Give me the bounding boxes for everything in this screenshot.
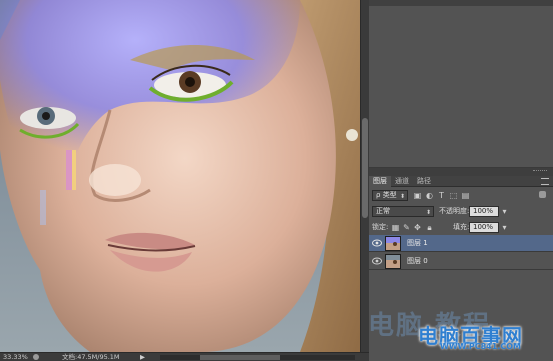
filter-shape-icon[interactable]: ⬚: [449, 191, 458, 200]
filter-pixel-icon[interactable]: ▣: [413, 191, 422, 200]
filter-toggle-icon[interactable]: [539, 191, 546, 198]
lock-position-icon[interactable]: ✥: [413, 223, 422, 232]
opacity-label: 不透明度:: [439, 207, 470, 215]
lock-transparent-icon[interactable]: ▦: [391, 223, 400, 232]
fill-input[interactable]: 100%: [469, 222, 499, 233]
panel-collapse-icon[interactable]: [533, 170, 547, 173]
opacity-input[interactable]: 100%: [469, 206, 499, 217]
tab-paths[interactable]: 路径: [413, 176, 435, 187]
status-menu-arrow-icon[interactable]: ▶: [140, 353, 145, 361]
layer-thumbnail: [385, 236, 401, 251]
eye-icon[interactable]: [372, 257, 382, 265]
opacity-value: 100%: [473, 207, 494, 215]
layer-filter-select[interactable]: ρ 类型 ⬍: [372, 190, 408, 201]
document-size: 文档:47.5M/95.1M: [62, 353, 120, 361]
blend-mode-value: 正常: [376, 207, 390, 215]
lock-image-icon[interactable]: ✎: [402, 223, 411, 232]
filter-search-icon: ρ: [376, 191, 381, 199]
layer-name[interactable]: 图层 1: [407, 235, 428, 252]
layers-panel: 图层 通道 路径 ρ 类型 ⬍ ▣ ◐ T ⬚ ▤ 正常 ⬍ 不透明度: 100…: [369, 176, 553, 361]
document-canvas[interactable]: [0, 0, 360, 352]
panel-grip[interactable]: [369, 0, 553, 6]
horizontal-scrollbar[interactable]: [160, 355, 355, 360]
panel-column: 图层 通道 路径 ρ 类型 ⬍ ▣ ◐ T ⬚ ▤ 正常 ⬍ 不透明度: 100…: [369, 0, 553, 361]
zoom-level[interactable]: 33.33%: [3, 353, 28, 361]
filter-smartobject-icon[interactable]: ▤: [461, 191, 470, 200]
horizontal-scroll-thumb[interactable]: [200, 355, 280, 360]
status-bar: 33.33% 文档:47.5M/95.1M ▶: [0, 352, 369, 361]
upper-panel: [369, 0, 553, 168]
fill-dropdown-icon[interactable]: ▾: [500, 223, 509, 232]
layer-row-layer-0[interactable]: 图层 0: [369, 253, 553, 270]
layer-thumbnail: [385, 254, 401, 269]
fill-value: 100%: [473, 223, 494, 231]
layer-filter-row: ρ 类型 ⬍ ▣ ◐ T ⬚ ▤: [369, 188, 553, 204]
panel-menu-icon[interactable]: [541, 178, 549, 185]
filter-type-icon[interactable]: T: [437, 191, 446, 200]
layers-panel-tabs: 图层 通道 路径: [369, 176, 553, 187]
vertical-scrollbar[interactable]: [360, 0, 369, 352]
opacity-dropdown-icon[interactable]: ▾: [500, 207, 509, 216]
panel-divider[interactable]: [369, 168, 553, 176]
layer-row-layer-1[interactable]: 图层 1: [369, 235, 553, 252]
lock-label: 锁定:: [372, 223, 389, 231]
filter-type-label: 类型: [382, 191, 397, 199]
lock-fill-row: 锁定: ▦ ✎ ✥ 🔒︎ 填充: 100% ▾: [369, 220, 553, 236]
blend-opacity-row: 正常 ⬍ 不透明度: 100% ▾: [369, 204, 553, 220]
fill-label: 填充:: [453, 223, 470, 231]
tab-channels[interactable]: 通道: [391, 176, 413, 187]
portrait-photo: [0, 0, 360, 352]
tab-layers[interactable]: 图层: [369, 176, 391, 187]
scroll-thumb[interactable]: [362, 118, 368, 218]
eye-icon[interactable]: [372, 239, 382, 247]
blend-mode-select[interactable]: 正常 ⬍: [372, 206, 434, 217]
info-icon[interactable]: [33, 354, 39, 360]
layer-name[interactable]: 图层 0: [407, 253, 428, 270]
filter-adjustment-icon[interactable]: ◐: [425, 191, 434, 200]
lock-all-icon[interactable]: 🔒︎: [425, 223, 434, 232]
